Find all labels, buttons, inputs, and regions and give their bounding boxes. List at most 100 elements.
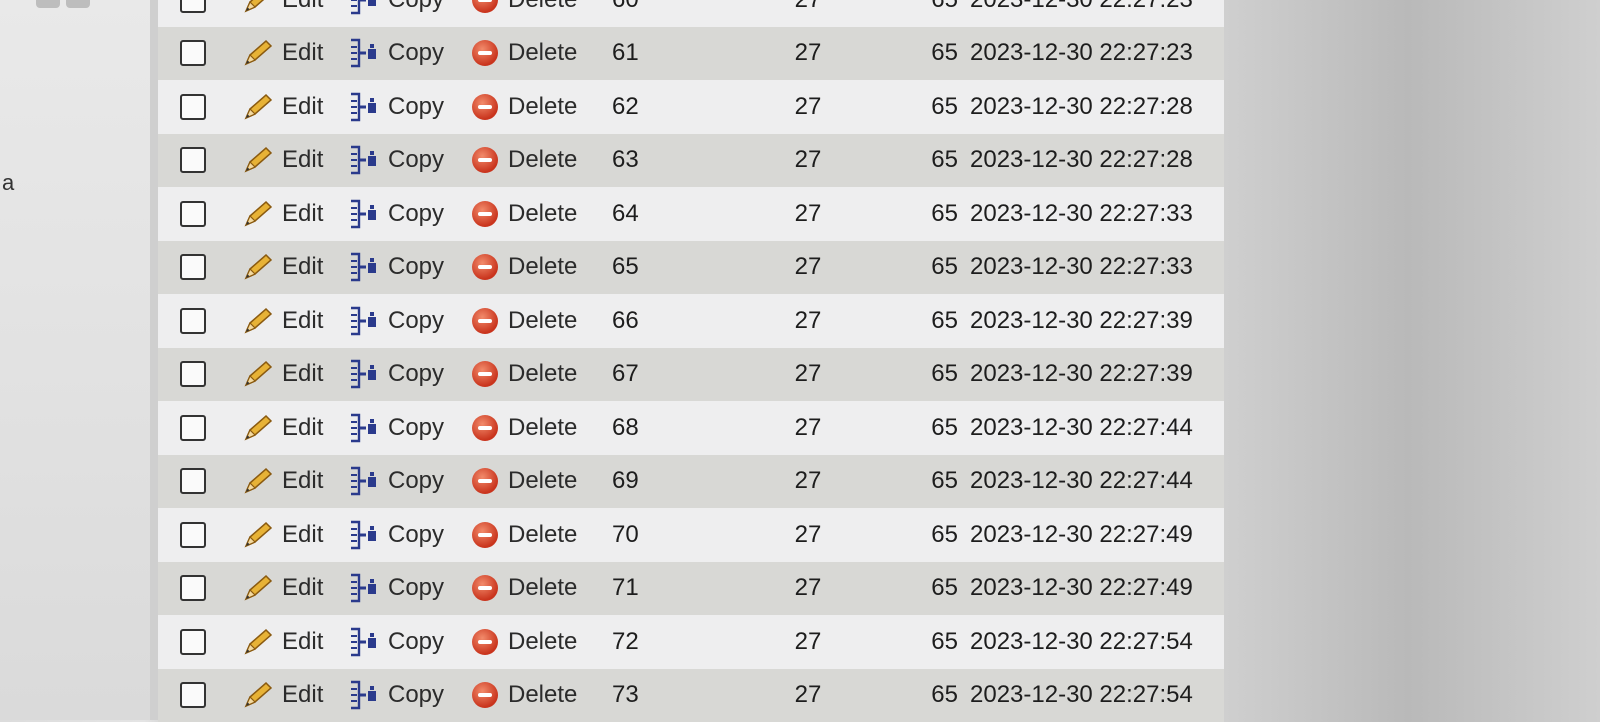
delete-link[interactable]: Delete [472,187,577,241]
copy-icon [348,412,380,444]
cell-id: 72 [612,615,672,669]
delete-link[interactable]: Delete [472,669,577,722]
row-checkbox[interactable] [180,682,206,708]
delete-icon [472,147,498,173]
copy-link[interactable]: Copy [348,348,444,402]
copy-link[interactable]: Copy [348,241,444,295]
row-checkbox[interactable] [180,201,206,227]
copy-link[interactable]: Copy [348,669,444,722]
copy-link[interactable]: Copy [348,615,444,669]
cell-id: 70 [612,508,672,562]
cell-id: 62 [612,80,672,134]
edit-link[interactable]: Edit [242,294,323,348]
delete-link[interactable]: Delete [472,0,577,27]
table-row: Edit Copy Delete 64 27 65 2023-12-30 22:… [158,187,1224,241]
copy-icon [348,37,380,69]
delete-icon [472,415,498,441]
copy-link[interactable]: Copy [348,562,444,616]
edit-link[interactable]: Edit [242,615,323,669]
copy-icon [348,572,380,604]
cell-id: 60 [612,0,672,27]
delete-link[interactable]: Delete [472,348,577,402]
edit-link[interactable]: Edit [242,27,323,81]
copy-link[interactable]: Copy [348,187,444,241]
row-checkbox[interactable] [180,0,206,13]
edit-label: Edit [282,200,323,228]
cell-col2: 65 [928,615,958,669]
row-checkbox[interactable] [180,361,206,387]
delete-link[interactable]: Delete [472,562,577,616]
edit-link[interactable]: Edit [242,455,323,509]
edit-link[interactable]: Edit [242,508,323,562]
sidebar-letter: a [2,170,14,196]
pencil-icon [242,680,274,710]
cell-timestamp: 2023-12-30 22:27:23 [970,27,1193,81]
panel-toolbar-icons[interactable] [36,0,102,12]
edit-link[interactable]: Edit [242,348,323,402]
copy-link[interactable]: Copy [348,401,444,455]
copy-link[interactable]: Copy [348,455,444,509]
cell-id: 69 [612,455,672,509]
edit-label: Edit [282,146,323,174]
link-icon[interactable] [66,0,90,8]
delete-link[interactable]: Delete [472,241,577,295]
edit-link[interactable]: Edit [242,562,323,616]
edit-link[interactable]: Edit [242,80,323,134]
delete-link[interactable]: Delete [472,294,577,348]
content-edge [150,0,158,720]
row-checkbox[interactable] [180,94,206,120]
copy-link[interactable]: Copy [348,134,444,188]
delete-link[interactable]: Delete [472,27,577,81]
delete-label: Delete [508,360,577,388]
edit-link[interactable]: Edit [242,187,323,241]
copy-link[interactable]: Copy [348,27,444,81]
copy-link[interactable]: Copy [348,508,444,562]
pencil-icon [242,145,274,175]
delete-link[interactable]: Delete [472,134,577,188]
table-row: Edit Copy Delete 66 27 65 2023-12-30 22:… [158,294,1224,348]
delete-label: Delete [508,628,577,656]
delete-label: Delete [508,93,577,121]
delete-icon [472,682,498,708]
cell-col2: 65 [928,27,958,81]
row-checkbox[interactable] [180,522,206,548]
delete-label: Delete [508,307,577,335]
row-checkbox[interactable] [180,575,206,601]
row-checkbox[interactable] [180,629,206,655]
cell-id: 61 [612,27,672,81]
cell-col2: 65 [928,294,958,348]
copy-link[interactable]: Copy [348,0,444,27]
delete-link[interactable]: Delete [472,401,577,455]
copy-link[interactable]: Copy [348,80,444,134]
row-checkbox[interactable] [180,40,206,66]
edit-link[interactable]: Edit [242,669,323,722]
edit-link[interactable]: Edit [242,241,323,295]
row-checkbox-cell [180,562,206,616]
delete-link[interactable]: Delete [472,615,577,669]
pencil-icon [242,199,274,229]
cell-col1: 27 [788,669,828,722]
edit-link[interactable]: Edit [242,0,323,27]
edit-link[interactable]: Edit [242,134,323,188]
pencil-icon [242,359,274,389]
copy-label: Copy [388,360,444,388]
row-checkbox[interactable] [180,254,206,280]
copy-icon [348,144,380,176]
row-checkbox[interactable] [180,415,206,441]
row-checkbox[interactable] [180,468,206,494]
edit-label: Edit [282,93,323,121]
delete-link[interactable]: Delete [472,80,577,134]
cell-timestamp: 2023-12-30 22:27:49 [970,508,1193,562]
edit-link[interactable]: Edit [242,401,323,455]
copy-link[interactable]: Copy [348,294,444,348]
delete-link[interactable]: Delete [472,455,577,509]
edit-label: Edit [282,521,323,549]
row-checkbox[interactable] [180,308,206,334]
row-checkbox-cell [180,348,206,402]
copy-icon [348,519,380,551]
cell-col1: 27 [788,294,828,348]
delete-link[interactable]: Delete [472,508,577,562]
delete-label: Delete [508,414,577,442]
collapse-icon[interactable] [36,0,60,8]
row-checkbox[interactable] [180,147,206,173]
